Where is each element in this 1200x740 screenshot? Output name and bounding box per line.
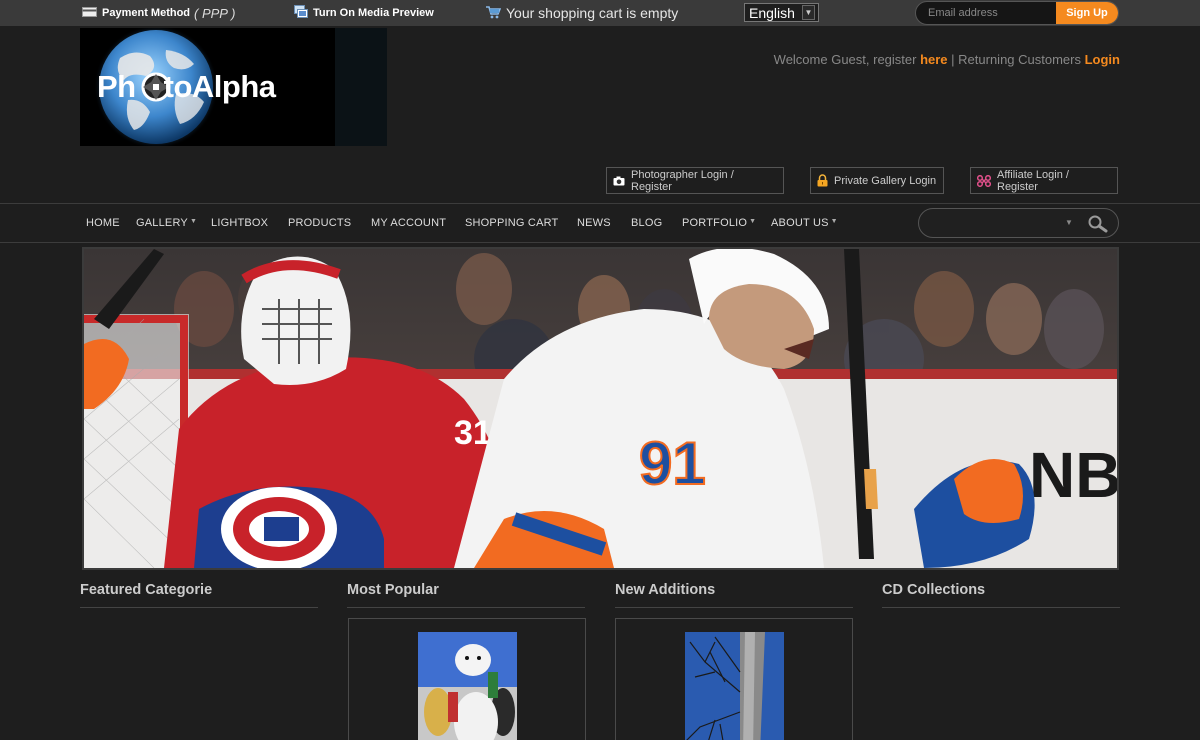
nav-home[interactable]: HOME: [86, 204, 120, 242]
language-value: English: [749, 4, 795, 21]
media-preview-label: Turn On Media Preview: [313, 7, 434, 19]
nav-my-account-label: MY ACCOUNT: [371, 217, 447, 229]
new-photo-thumbnail[interactable]: [685, 632, 784, 740]
photographer-login-label: Photographer Login / Register: [631, 168, 734, 193]
welcome-prefix: Welcome Guest, register: [773, 52, 921, 67]
register-link[interactable]: here: [920, 52, 947, 67]
goalie-number: 31: [454, 414, 492, 452]
search-input[interactable]: ▼: [918, 208, 1119, 238]
nav-products-label: PRODUCTS: [288, 217, 352, 229]
search-filter-dropdown-icon[interactable]: ▼: [1065, 218, 1073, 227]
camera-icon: [613, 176, 625, 186]
nav-portfolio-label: PORTFOLIO: [682, 217, 748, 229]
nav-shopping-cart[interactable]: SHOPPING CART: [465, 204, 558, 242]
cart-status[interactable]: Your shopping cart is empty: [485, 0, 678, 26]
affiliate-login-label: Affiliate Login / Register: [997, 168, 1069, 193]
payment-method-label: Payment Method: [102, 7, 191, 19]
credit-card-icon: [82, 6, 97, 20]
nav-home-label: HOME: [86, 217, 120, 229]
mascot-photo: [418, 632, 517, 740]
nav-products[interactable]: PRODUCTS: [288, 204, 351, 242]
popular-photo-thumbnail[interactable]: [418, 632, 517, 740]
cart-status-label: Your shopping cart is empty: [506, 5, 679, 21]
private-gallery-login-button[interactable]: Private Gallery Login: [810, 167, 944, 194]
affiliate-login-button[interactable]: Affiliate Login / Register: [970, 167, 1118, 194]
nav-about-us-label: ABOUT US: [771, 217, 829, 229]
language-select[interactable]: English ▼: [744, 3, 819, 22]
caret-down-icon: ▼: [189, 217, 198, 225]
welcome-separator: |: [947, 52, 959, 67]
section-new-additions: New Additions: [615, 582, 853, 608]
photographer-login-button[interactable]: Photographer Login / Register: [606, 167, 784, 194]
returning-customers-label: Returning Customers: [958, 52, 1085, 67]
skater-number: 91: [639, 430, 706, 497]
affiliate-network-icon: [977, 174, 991, 187]
nav-about-us[interactable]: ABOUT US ▼: [771, 204, 838, 242]
media-preview-icon: [294, 5, 308, 21]
tree-photo: [685, 632, 784, 740]
welcome-message: Welcome Guest, register here | Returning…: [774, 52, 1120, 67]
section-most-popular: Most Popular: [347, 582, 585, 608]
nav-lightbox[interactable]: LIGHTBOX: [211, 204, 268, 242]
new-additions-card[interactable]: [615, 618, 853, 740]
nav-shopping-cart-label: SHOPPING CART: [465, 217, 559, 229]
signup-button[interactable]: Sign Up: [1056, 2, 1118, 24]
nav-portfolio[interactable]: PORTFOLIO ▼: [682, 204, 756, 242]
nav-gallery[interactable]: GALLERY ▼: [136, 204, 197, 242]
site-logo[interactable]: Ph toAlpha: [80, 28, 387, 146]
search-icon[interactable]: [1087, 215, 1109, 238]
nav-my-account[interactable]: MY ACCOUNT: [371, 204, 446, 242]
logo-text-part: Ph: [97, 69, 136, 104]
main-nav: HOME GALLERY ▼ LIGHTBOX PRODUCTS MY ACCOU…: [0, 203, 1200, 243]
logo-text: Ph toAlpha: [97, 69, 276, 105]
media-preview-toggle[interactable]: Turn On Media Preview: [294, 0, 434, 26]
login-link[interactable]: Login: [1085, 52, 1120, 67]
payment-method[interactable]: Payment Method ( PPP ): [82, 0, 235, 26]
logo-side-panel: [335, 28, 387, 146]
nav-blog-label: BLOG: [631, 217, 663, 229]
lock-icon: [817, 174, 828, 187]
nav-blog[interactable]: BLOG: [631, 204, 662, 242]
section-featured-categories: Featured Categorie: [80, 582, 318, 608]
most-popular-card[interactable]: [348, 618, 586, 740]
hockey-banner-image: NB 31 91: [84, 249, 1117, 568]
private-gallery-login-label: Private Gallery Login: [834, 174, 937, 187]
caret-down-icon: ▼: [749, 217, 757, 225]
nav-news-label: NEWS: [577, 217, 611, 229]
top-bar: Payment Method ( PPP ) Turn On Media Pre…: [0, 0, 1200, 26]
nav-lightbox-label: LIGHTBOX: [211, 217, 269, 229]
caret-down-icon: ▼: [830, 217, 838, 225]
chevron-down-icon: ▼: [802, 5, 815, 20]
email-input[interactable]: Email address: [928, 7, 998, 19]
nav-news[interactable]: NEWS: [577, 204, 611, 242]
payment-method-value: ( PPP ): [194, 5, 236, 21]
logo-text-part: Alpha: [191, 69, 276, 104]
nav-gallery-label: GALLERY: [136, 217, 188, 229]
shopping-cart-icon: [485, 5, 502, 22]
logo-text-part: to: [163, 69, 193, 104]
sponsor-logo: NB: [1029, 439, 1117, 511]
hero-banner[interactable]: NB 31 91: [82, 247, 1119, 570]
newsletter-signup: Email address Sign Up: [915, 1, 1119, 25]
section-cd-collections: CD Collections: [882, 582, 1120, 608]
board-text: NB: [1029, 439, 1117, 511]
